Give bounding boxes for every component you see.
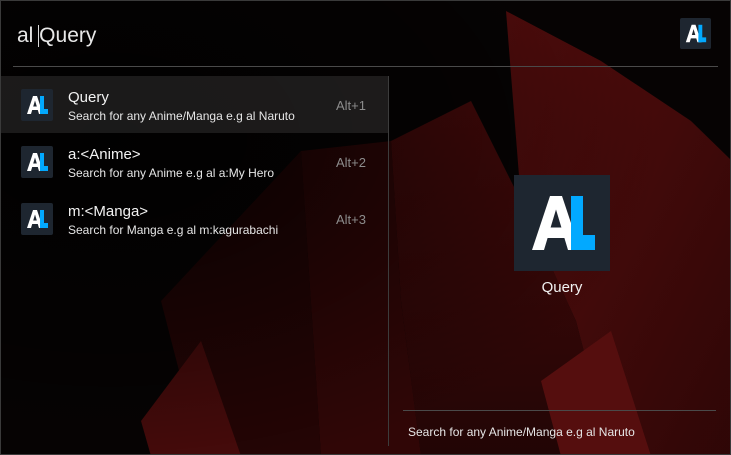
query-input[interactable]: [17, 21, 617, 51]
result-item-anime[interactable]: a:<Anime> Search for any Anime e.g al a:…: [1, 133, 388, 190]
text-caret: [38, 25, 39, 47]
query-divider: [13, 66, 718, 67]
anilist-icon: [514, 175, 610, 271]
result-subtitle: Search for any Anime/Manga e.g al Naruto: [68, 109, 295, 123]
anilist-icon: [21, 203, 53, 235]
query-bar: [1, 1, 730, 67]
result-item-manga[interactable]: m:<Manga> Search for Manga e.g al m:kagu…: [1, 190, 388, 247]
preview-divider: [403, 410, 716, 411]
result-hotkey: Alt+2: [336, 155, 366, 170]
launcher-window: Query Search for any Anime/Manga e.g al …: [0, 0, 731, 455]
preview-subtitle: Search for any Anime/Manga e.g al Naruto: [408, 425, 635, 439]
result-title: Query: [68, 89, 109, 106]
result-hotkey: Alt+3: [336, 212, 366, 227]
result-item-query[interactable]: Query Search for any Anime/Manga e.g al …: [1, 76, 388, 133]
result-title: m:<Manga>: [68, 203, 149, 220]
preview-panel: Query Search for any Anime/Manga e.g al …: [389, 76, 730, 454]
result-hotkey: Alt+1: [336, 98, 366, 113]
results-list: Query Search for any Anime/Manga e.g al …: [1, 76, 388, 247]
anilist-icon: [21, 89, 53, 121]
result-subtitle: Search for any Anime e.g al a:My Hero: [68, 166, 275, 180]
anilist-icon: [21, 146, 53, 178]
anilist-icon[interactable]: [680, 18, 711, 49]
preview-title: Query: [541, 279, 583, 296]
result-title: a:<Anime>: [68, 146, 141, 163]
result-subtitle: Search for Manga e.g al m:kagurabachi: [68, 223, 279, 237]
